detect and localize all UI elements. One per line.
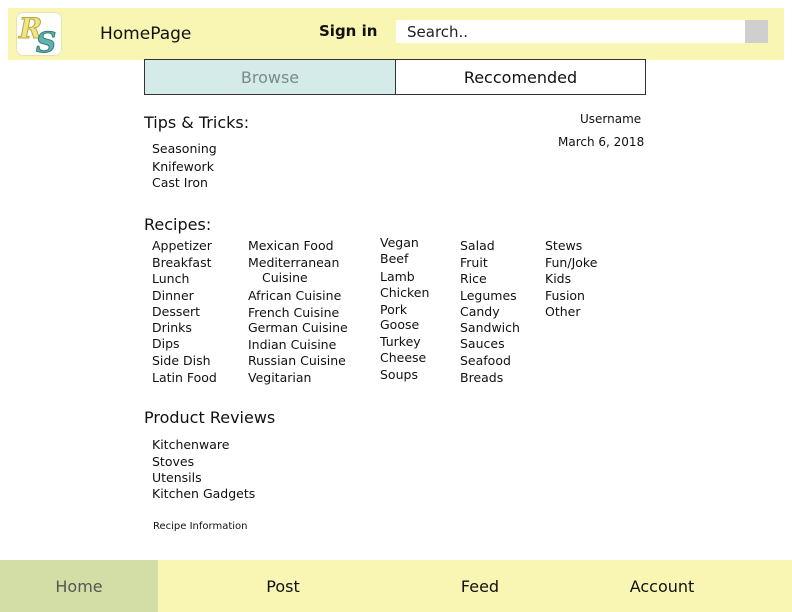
recipe-link[interactable]: Chicken [380,285,429,301]
recipe-link[interactable]: Stews [545,238,582,254]
tips-item-cast-iron[interactable]: Cast Iron [152,175,208,191]
recipe-link[interactable]: Other [545,304,581,320]
recipe-link[interactable]: Rice [460,271,487,287]
recipe-link[interactable]: Sauces [460,336,505,352]
recipe-link[interactable]: Dessert [152,304,200,320]
recipe-link[interactable]: Cuisine [262,270,308,286]
recipe-link[interactable]: Soups [380,367,418,383]
recipe-link[interactable]: Vegitarian [248,370,311,386]
recipe-information-link[interactable]: Recipe Information [153,521,248,532]
recipe-link[interactable]: Breads [460,370,503,386]
review-link-kitchenware[interactable]: Kitchenware [152,437,229,453]
reviews-heading: Product Reviews [144,408,276,427]
recipe-link[interactable]: Side Dish [152,353,211,369]
recipe-link[interactable]: Fruit [460,255,488,271]
recipe-link[interactable]: Sandwich [460,320,520,336]
recipe-link[interactable]: French Cuisine [248,305,339,321]
bottom-nav: Home Post Feed Account [0,560,792,612]
recipe-link[interactable]: Latin Food [152,370,217,386]
recipe-link[interactable]: Legumes [460,288,517,304]
recipe-link[interactable]: Turkey [380,334,421,350]
sign-in-link[interactable]: Sign in [319,22,377,40]
recipe-link[interactable]: Lamb [380,269,415,285]
nav-home[interactable]: Home [0,560,158,612]
recipe-link[interactable]: Appetizer [152,238,212,254]
app-logo[interactable]: R S [16,12,62,60]
recipe-link[interactable]: Fun/Joke [545,255,597,271]
recipe-link[interactable]: Seafood [460,353,511,369]
review-link-kitchen-gadgets[interactable]: Kitchen Gadgets [152,486,255,502]
tab-recommended[interactable]: Reccomended [396,59,646,95]
logo-letter-s: S [35,26,57,60]
recipe-link[interactable]: Russian Cuisine [248,353,346,369]
recipe-link[interactable]: Breakfast [152,255,212,271]
recipe-link[interactable]: African Cuisine [248,288,341,304]
recipe-link[interactable]: Mediterranean [248,255,339,271]
review-link-stoves[interactable]: Stoves [152,454,194,470]
recipe-link[interactable]: Fusion [545,288,585,304]
recipe-link[interactable]: Dips [152,336,180,352]
nav-feed[interactable]: Feed [405,560,555,612]
recipe-link[interactable]: German Cuisine [248,320,348,336]
tab-browse[interactable]: Browse [144,59,396,95]
recipe-link[interactable]: Vegan [380,235,419,251]
nav-post[interactable]: Post [208,560,358,612]
review-link-utensils[interactable]: Utensils [152,470,202,486]
page-title: HomePage [100,24,192,44]
recipe-link[interactable]: Indian Cuisine [248,337,336,353]
recipe-link[interactable]: Drinks [152,320,192,336]
username-label: Username [580,112,642,126]
recipe-link[interactable]: Kids [545,271,571,287]
recipe-link[interactable]: Lunch [152,271,189,287]
recipe-link[interactable]: Mexican Food [248,238,334,254]
recipe-link[interactable]: Pork [380,302,407,318]
recipe-link[interactable]: Candy [460,304,500,320]
nav-account[interactable]: Account [587,560,737,612]
search-button[interactable] [745,20,768,43]
tips-item-knifework[interactable]: Knifework [152,159,214,175]
tips-item-seasoning[interactable]: Seasoning [152,141,217,157]
tips-heading: Tips & Tricks: [144,113,250,132]
date-label: March 6, 2018 [558,135,645,149]
recipes-heading: Recipes: [144,215,212,234]
recipe-link[interactable]: Salad [460,238,495,254]
recipe-link[interactable]: Cheese [380,350,426,366]
recipe-link[interactable]: Goose [380,317,419,333]
recipe-link[interactable]: Beef [380,251,408,267]
search-input[interactable] [396,20,745,43]
recipe-link[interactable]: Dinner [152,288,194,304]
